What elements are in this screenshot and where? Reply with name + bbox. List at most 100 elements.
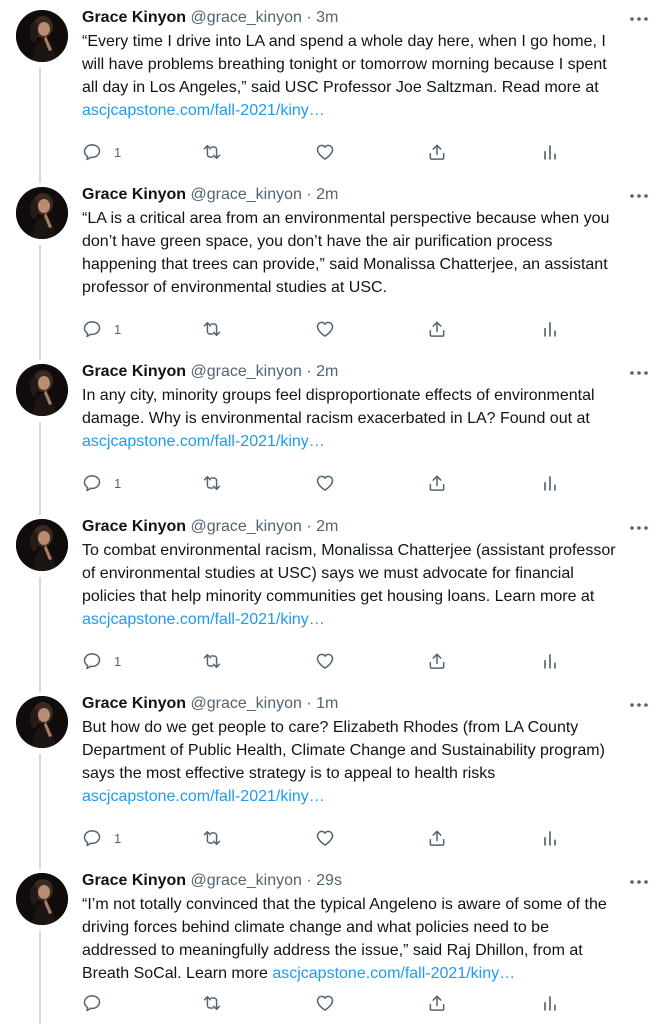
article-link[interactable]: ascjcapstone.com/fall-2021/kiny… [82,102,325,119]
author-handle[interactable]: @grace_kinyon [190,186,301,203]
avatar-photo [16,10,68,62]
separator-dot: · [306,186,312,203]
like-button[interactable] [315,471,335,495]
author-name[interactable]: Grace Kinyon [82,518,186,535]
retweet-button[interactable] [202,991,222,1015]
author-handle[interactable]: @grace_kinyon [190,695,301,712]
separator-dot: · [306,695,312,712]
retweet-button[interactable] [202,826,222,850]
analytics-button[interactable] [540,991,560,1015]
author-name[interactable]: Grace Kinyon [82,9,186,26]
share-button[interactable] [427,649,447,673]
reply-button[interactable]: 1 [82,649,121,673]
more-icon[interactable] [628,698,650,712]
retweet-button[interactable] [202,140,222,164]
reply-icon [82,828,102,848]
tweet-text-line: of environmental studies at USC) says we… [82,565,574,582]
tweet-text-line: addressed to meaningfully address the is… [82,942,583,959]
tweet-text-line: But how do we get people to care? Elizab… [82,719,579,736]
separator-dot: · [306,9,312,26]
timestamp[interactable]: 29s [316,872,342,889]
timestamp[interactable]: 1m [316,695,338,712]
timestamp[interactable]: 3m [316,9,338,26]
reply-count: 1 [114,653,122,669]
like-button[interactable] [315,317,335,341]
tweet-text-line: says the most effective strategy is to a… [82,765,496,782]
analytics-button[interactable] [540,140,560,164]
timestamp[interactable]: 2m [316,363,338,380]
retweet-button[interactable] [202,649,222,673]
author-name[interactable]: Grace Kinyon [82,363,186,380]
tweet-actions: 1 [82,140,582,164]
avatar-photo [16,519,68,571]
tweet-text: But how do we get people to care? Elizab… [82,716,656,808]
tweet-header: Grace Kinyon @grace_kinyon · 2m [82,515,338,539]
like-button[interactable] [315,826,335,850]
share-icon [427,142,447,162]
analytics-button[interactable] [540,649,560,673]
analytics-button[interactable] [540,826,560,850]
reply-button[interactable]: 1 [82,317,121,341]
avatar[interactable] [16,10,68,62]
tweet-actions: 1 [82,471,582,495]
retweet-button[interactable] [202,471,222,495]
share-button[interactable] [427,826,447,850]
article-link[interactable]: ascjcapstone.com/fall-2021/kiny… [82,433,325,450]
thread-connector [39,245,41,360]
reply-button[interactable] [82,991,114,1015]
avatar[interactable] [16,364,68,416]
more-icon[interactable] [628,189,650,203]
tweet-text-line: professor of environmental studies at US… [82,279,388,296]
tweet-header: Grace Kinyon @grace_kinyon · 29s [82,869,342,893]
avatar[interactable] [16,873,68,925]
like-button[interactable] [315,140,335,164]
more-icon[interactable] [628,366,650,380]
article-link[interactable]: ascjcapstone.com/fall-2021/kiny… [272,965,515,982]
analytics-icon [540,319,560,339]
tweet-text-line: Department of Public Health, Climate Cha… [82,742,605,759]
more-icon[interactable] [628,12,650,26]
author-handle[interactable]: @grace_kinyon [190,872,301,889]
share-button[interactable] [427,991,447,1015]
more-icon[interactable] [628,875,650,889]
article-link[interactable]: ascjcapstone.com/fall-2021/kiny… [82,788,325,805]
author-name[interactable]: Grace Kinyon [82,872,186,889]
avatar[interactable] [16,187,68,239]
analytics-button[interactable] [540,317,560,341]
like-button[interactable] [315,649,335,673]
tweet-text-line: “LA is a critical area from an environme… [82,210,610,227]
retweet-button[interactable] [202,317,222,341]
author-handle[interactable]: @grace_kinyon [190,518,301,535]
tweet-actions [82,991,582,1015]
avatar[interactable] [16,696,68,748]
timestamp[interactable]: 2m [316,518,338,535]
tweet-text-line: Breath SoCal. Learn more ascjcapstone.co… [82,962,656,985]
avatar[interactable] [16,519,68,571]
author-name[interactable]: Grace Kinyon [82,186,186,203]
tweet-text-line: “I’m not totally convinced that the typi… [82,896,607,913]
article-link[interactable]: ascjcapstone.com/fall-2021/kiny… [82,611,325,628]
author-handle[interactable]: @grace_kinyon [190,9,301,26]
thread-connector [39,577,41,692]
tweet-text-line: happening that trees can provide,” said … [82,256,608,273]
tweet-text-line: To combat environmental racism, Monaliss… [82,542,616,559]
separator-dot: · [306,872,312,889]
like-button[interactable] [315,991,335,1015]
share-button[interactable] [427,140,447,164]
heart-icon [315,473,335,493]
share-button[interactable] [427,317,447,341]
reply-button[interactable]: 1 [82,471,121,495]
reply-icon [82,651,102,671]
timestamp[interactable]: 2m [316,186,338,203]
reply-count: 1 [114,144,122,160]
author-name[interactable]: Grace Kinyon [82,695,186,712]
analytics-button[interactable] [540,471,560,495]
more-icon[interactable] [628,521,650,535]
share-button[interactable] [427,471,447,495]
reply-button[interactable]: 1 [82,140,121,164]
analytics-icon [540,473,560,493]
analytics-icon [540,142,560,162]
author-handle[interactable]: @grace_kinyon [190,363,301,380]
reply-button[interactable]: 1 [82,826,121,850]
reply-count: 1 [114,321,122,337]
